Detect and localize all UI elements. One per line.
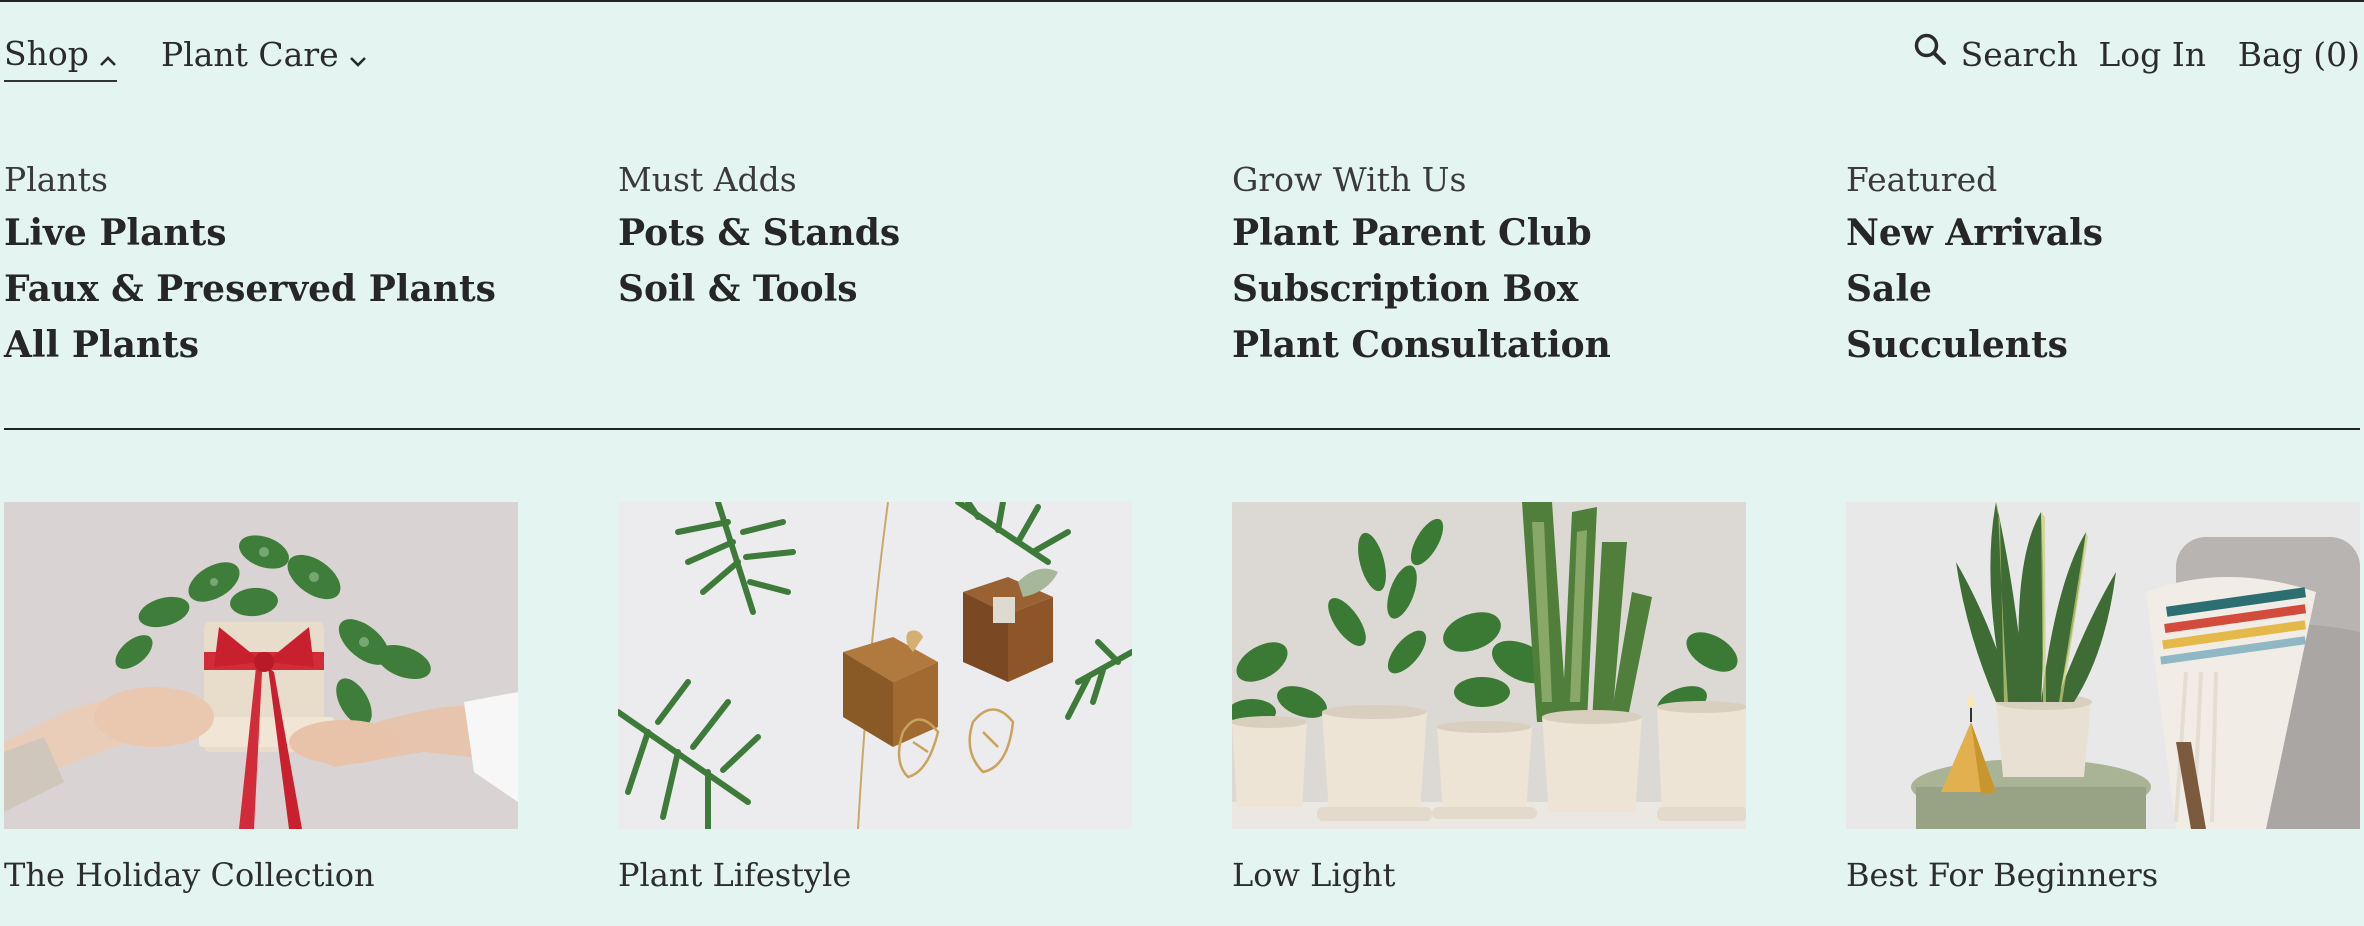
menu-link-subscription-box[interactable]: Subscription Box bbox=[1232, 261, 1812, 317]
shop-menu-button[interactable]: Shop bbox=[4, 30, 117, 82]
menu-heading: Featured bbox=[1846, 160, 1998, 199]
promo-card-beginners[interactable]: Best For Beginners bbox=[1846, 502, 2360, 897]
plant-care-menu-button[interactable]: Plant Care bbox=[161, 30, 367, 82]
menu-column-featured: Featured New Arrivals Sale Succulents bbox=[1846, 155, 2364, 373]
promo-cards: The Holiday Collection Plant Lifestyle L… bbox=[4, 502, 2360, 922]
menu-column-grow-with-us: Grow With Us Plant Parent Club Subscript… bbox=[1232, 155, 1812, 373]
shop-mega-menu: Plants Live Plants Faux & Preserved Plan… bbox=[4, 155, 2360, 375]
low-light-potted-plants-photo bbox=[1232, 502, 1746, 829]
login-link[interactable]: Log In bbox=[2098, 30, 2206, 80]
menu-link-soil-tools[interactable]: Soil & Tools bbox=[618, 261, 1198, 317]
shop-label: Shop bbox=[4, 34, 89, 73]
card-caption: Low Light bbox=[1232, 856, 1396, 894]
search-icon bbox=[1913, 30, 1961, 80]
search-button[interactable]: Search bbox=[1913, 30, 2078, 80]
menu-divider bbox=[4, 428, 2360, 430]
chevron-up-icon bbox=[99, 32, 117, 80]
plant-lifestyle-accessories-photo bbox=[618, 502, 1132, 829]
menu-column-must-adds: Must Adds Pots & Stands Soil & Tools bbox=[618, 155, 1198, 317]
menu-column-plants: Plants Live Plants Faux & Preserved Plan… bbox=[4, 155, 584, 373]
menu-link-sale[interactable]: Sale bbox=[1846, 261, 2364, 317]
menu-heading: Grow With Us bbox=[1232, 160, 1467, 199]
menu-heading: Plants bbox=[4, 160, 108, 199]
card-caption: Best For Beginners bbox=[1846, 856, 2159, 894]
menu-link-plant-consultation[interactable]: Plant Consultation bbox=[1232, 317, 1812, 373]
search-label: Search bbox=[1960, 35, 2078, 74]
promo-card-lifestyle[interactable]: Plant Lifestyle bbox=[618, 502, 1132, 897]
menu-link-live-plants[interactable]: Live Plants bbox=[4, 205, 584, 261]
card-caption: Plant Lifestyle bbox=[618, 856, 852, 894]
top-border bbox=[0, 0, 2364, 2]
plant-care-label: Plant Care bbox=[161, 35, 339, 74]
snake-plant-living-room-photo bbox=[1846, 502, 2360, 829]
menu-heading: Must Adds bbox=[618, 160, 797, 199]
menu-link-plant-parent-club[interactable]: Plant Parent Club bbox=[1232, 205, 1812, 261]
header-nav: Shop Plant Care Search Log In Bag (0) bbox=[4, 30, 2360, 90]
menu-link-faux-preserved-plants[interactable]: Faux & Preserved Plants bbox=[4, 261, 584, 317]
bag-link[interactable]: Bag (0) bbox=[2238, 30, 2360, 80]
promo-card-holiday[interactable]: The Holiday Collection bbox=[4, 502, 518, 897]
menu-link-pots-stands[interactable]: Pots & Stands bbox=[618, 205, 1198, 261]
card-caption: The Holiday Collection bbox=[4, 856, 375, 894]
menu-link-all-plants[interactable]: All Plants bbox=[4, 317, 584, 373]
menu-link-succulents[interactable]: Succulents bbox=[1846, 317, 2364, 373]
promo-card-low-light[interactable]: Low Light bbox=[1232, 502, 1746, 897]
menu-link-new-arrivals[interactable]: New Arrivals bbox=[1846, 205, 2364, 261]
chevron-down-icon bbox=[349, 32, 367, 82]
holiday-gift-plant-photo bbox=[4, 502, 518, 829]
